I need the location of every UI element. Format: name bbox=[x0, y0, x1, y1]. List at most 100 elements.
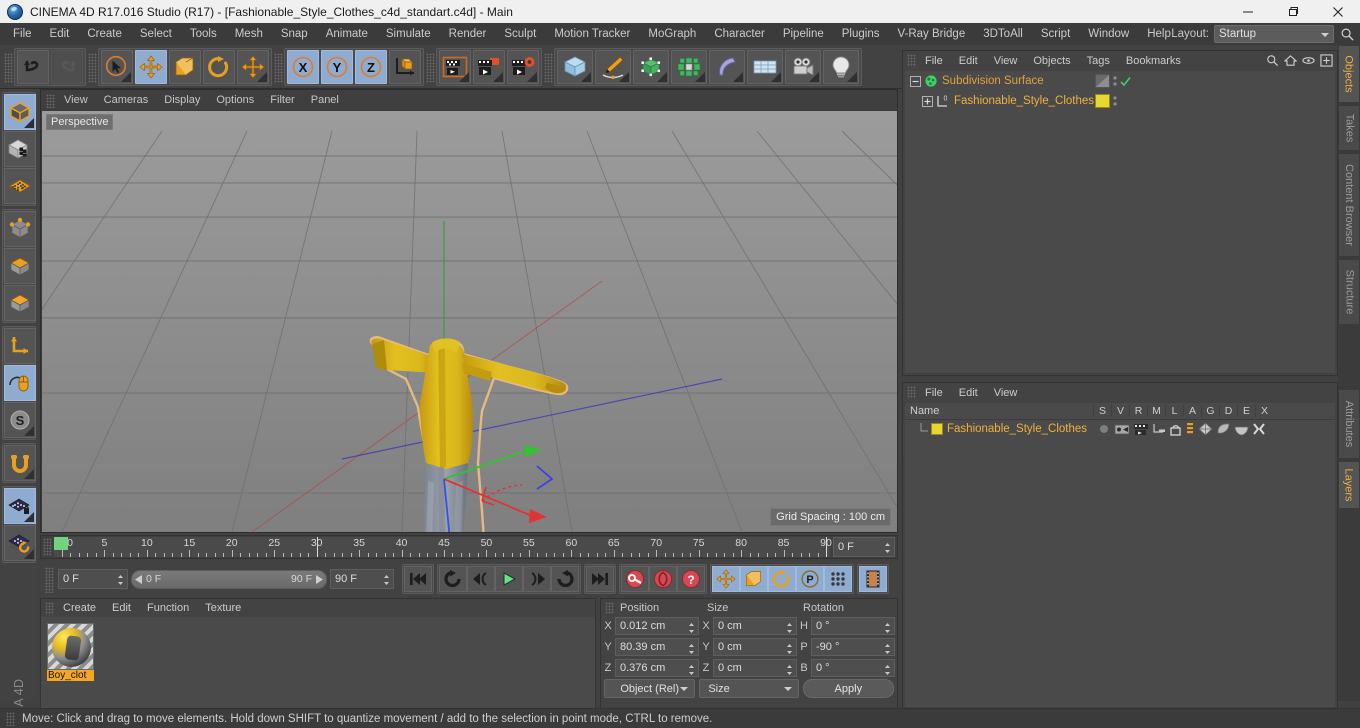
model-mode-icon[interactable] bbox=[4, 94, 36, 130]
loop-playback-button[interactable] bbox=[551, 566, 579, 592]
stepper-icon[interactable] bbox=[884, 643, 891, 655]
menu-character[interactable]: Character bbox=[705, 25, 774, 43]
column-v[interactable]: V bbox=[1111, 405, 1129, 417]
objects-menu-edit[interactable]: Edit bbox=[951, 53, 986, 69]
expand-toggle-icon[interactable] bbox=[910, 75, 921, 87]
vtab-attributes[interactable]: Attributes bbox=[1338, 389, 1360, 459]
menu-create[interactable]: Create bbox=[78, 25, 131, 43]
materials-grip[interactable] bbox=[45, 601, 54, 615]
stepper-icon[interactable] bbox=[786, 622, 793, 634]
range-right-arrow-icon[interactable] bbox=[315, 574, 323, 584]
rotation-p-field[interactable]: -90 ° bbox=[811, 638, 895, 656]
scale-key-button[interactable] bbox=[740, 566, 768, 592]
size-x-field[interactable]: 0 cm bbox=[713, 617, 797, 635]
objects-menu-tags[interactable]: Tags bbox=[1079, 53, 1118, 69]
animbar-grip[interactable] bbox=[45, 567, 54, 593]
menu-plugins[interactable]: Plugins bbox=[833, 25, 889, 43]
timeline-frame-field[interactable]: 0 F bbox=[833, 537, 895, 557]
display-tag-icon[interactable] bbox=[1095, 74, 1110, 88]
deformer-toggle-icon[interactable] bbox=[1216, 422, 1231, 436]
viewport-menu-filter[interactable]: Filter bbox=[262, 92, 302, 108]
camera-icon[interactable] bbox=[785, 50, 821, 84]
coordinate-mode-dropdown[interactable]: Object (Rel) bbox=[604, 679, 696, 698]
size-z-field[interactable]: 0 cm bbox=[713, 659, 797, 677]
menu-sculpt[interactable]: Sculpt bbox=[495, 25, 545, 43]
layer-row[interactable]: Fashionable_Style_Clothes bbox=[905, 420, 1335, 438]
column-r[interactable]: R bbox=[1129, 405, 1147, 417]
column-e[interactable]: E bbox=[1237, 405, 1255, 417]
menu-render[interactable]: Render bbox=[440, 25, 496, 43]
menu-simulate[interactable]: Simulate bbox=[377, 25, 440, 43]
menu-mesh[interactable]: Mesh bbox=[226, 25, 272, 43]
close-icon[interactable] bbox=[1315, 0, 1360, 23]
object-axis-mode-icon[interactable] bbox=[4, 285, 36, 321]
timeline-grip[interactable] bbox=[43, 538, 52, 556]
autokeying-button[interactable] bbox=[649, 566, 677, 592]
viewport-menu-cameras[interactable]: Cameras bbox=[96, 92, 157, 108]
materials-menu-create[interactable]: Create bbox=[55, 600, 104, 616]
menu-vray-bridge[interactable]: V-Ray Bridge bbox=[888, 25, 974, 43]
column-s[interactable]: S bbox=[1093, 405, 1111, 417]
vtab-takes[interactable]: Takes bbox=[1338, 105, 1360, 151]
apply-button[interactable]: Apply bbox=[802, 679, 894, 698]
keyframe-selection-button[interactable]: ? bbox=[677, 566, 705, 592]
stepper-icon[interactable] bbox=[786, 643, 793, 655]
lock-workplane-icon[interactable] bbox=[4, 488, 36, 524]
statusbar-grip[interactable] bbox=[6, 711, 15, 726]
rotate-tool-icon[interactable] bbox=[203, 50, 235, 84]
toolbar-grip[interactable] bbox=[4, 53, 13, 83]
texture-mode-icon[interactable] bbox=[4, 131, 36, 167]
objects-tree[interactable]: Subdivision Surface 0 Fashionable_Style_… bbox=[905, 71, 1335, 373]
timeline-ruler[interactable]: 051015202530354045505560657075808590 bbox=[54, 537, 832, 557]
menu-snap[interactable]: Snap bbox=[272, 25, 317, 43]
bend-deformer-icon[interactable] bbox=[709, 50, 745, 84]
menu-tools[interactable]: Tools bbox=[181, 25, 226, 43]
viewport-menu-view[interactable]: View bbox=[56, 92, 96, 108]
material-item[interactable]: Boy_clot bbox=[47, 623, 94, 683]
axis-x-button[interactable]: X bbox=[287, 50, 319, 84]
end-frame-field[interactable]: 90 F bbox=[330, 569, 394, 589]
expression-toggle-icon[interactable] bbox=[1234, 422, 1249, 436]
menu-script[interactable]: Script bbox=[1032, 25, 1079, 43]
menu-file[interactable]: File bbox=[4, 25, 41, 43]
stepper-icon[interactable] bbox=[383, 574, 390, 586]
scale-tool-icon[interactable] bbox=[169, 50, 201, 84]
primitive-cube-icon[interactable] bbox=[557, 50, 593, 84]
lock-toggle-icon[interactable] bbox=[1169, 422, 1182, 436]
vtab-objects[interactable]: Objects bbox=[1338, 45, 1360, 103]
move-axis-icon[interactable] bbox=[237, 50, 269, 84]
position-y-field[interactable]: 80.39 cm bbox=[615, 638, 699, 656]
materials-menu-texture[interactable]: Texture bbox=[197, 600, 249, 616]
expand-toggle-icon[interactable] bbox=[922, 95, 933, 107]
column-m[interactable]: M bbox=[1147, 405, 1165, 417]
vtab-layers[interactable]: Layers bbox=[1338, 461, 1360, 509]
toolbar-grip-4[interactable] bbox=[426, 53, 435, 83]
axis-z-button[interactable]: Z bbox=[355, 50, 387, 84]
timeline-current-marker[interactable] bbox=[54, 537, 68, 550]
layers-grip[interactable] bbox=[907, 386, 916, 399]
rotation-b-field[interactable]: 0 ° bbox=[811, 659, 895, 677]
preview-range-slider[interactable]: 0 F 90 F bbox=[131, 569, 327, 589]
render-toggle-icon[interactable] bbox=[1133, 422, 1149, 436]
solo-toggle-icon[interactable] bbox=[1097, 422, 1111, 436]
coordinates-grip[interactable] bbox=[605, 601, 614, 614]
viewport-grip[interactable] bbox=[46, 94, 55, 108]
xref-toggle-icon[interactable] bbox=[1252, 422, 1266, 436]
menu-select[interactable]: Select bbox=[131, 25, 181, 43]
visibility-dots-icon[interactable] bbox=[1112, 94, 1118, 108]
render-view-icon[interactable] bbox=[439, 50, 471, 84]
layers-menu-edit[interactable]: Edit bbox=[951, 385, 986, 401]
materials-menu-edit[interactable]: Edit bbox=[104, 600, 139, 616]
stepper-icon[interactable] bbox=[688, 622, 695, 634]
toolbar-grip-5[interactable] bbox=[544, 53, 553, 83]
layout-dropdown[interactable]: Startup bbox=[1214, 25, 1334, 43]
objects-menu-view[interactable]: View bbox=[986, 53, 1026, 69]
column-g[interactable]: G bbox=[1201, 405, 1219, 417]
stepper-icon[interactable] bbox=[884, 664, 891, 676]
rotation-key-button[interactable] bbox=[768, 566, 796, 592]
render-settings-icon[interactable] bbox=[507, 50, 539, 84]
material-tag-icon[interactable] bbox=[1095, 94, 1110, 108]
size-mode-dropdown[interactable]: Size bbox=[699, 679, 799, 698]
vtab-content-browser[interactable]: Content Browser bbox=[1338, 153, 1360, 257]
stepper-icon[interactable] bbox=[688, 664, 695, 676]
